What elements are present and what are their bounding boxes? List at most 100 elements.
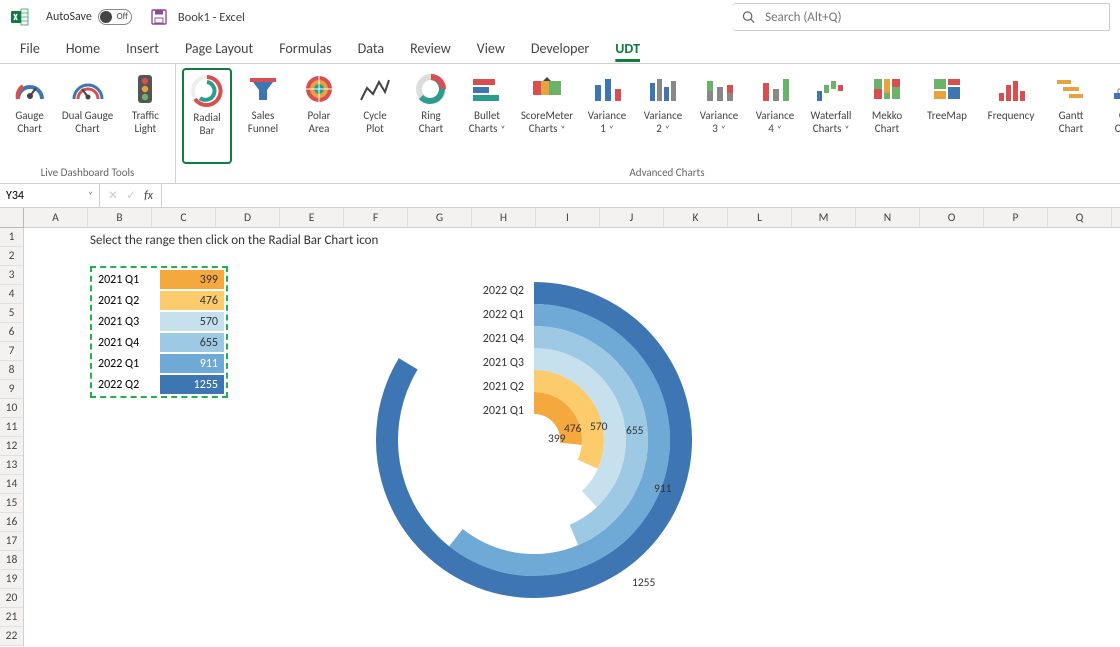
mekko-button[interactable]: MekkoChart	[862, 68, 912, 164]
tab-review[interactable]: Review	[410, 40, 451, 63]
waterfall-button[interactable]: WaterfallCharts˅	[806, 68, 856, 164]
col-header[interactable]: F	[344, 208, 408, 227]
autosave[interactable]: AutoSave Off	[46, 9, 132, 25]
table-row[interactable]: 2021 Q1399	[94, 270, 224, 289]
tab-data[interactable]: Data	[358, 40, 384, 63]
ring-button[interactable]: RingChart	[406, 68, 456, 164]
row-header[interactable]: 21	[0, 608, 23, 627]
col-header[interactable]: A	[24, 208, 88, 227]
name-box[interactable]: Y34 ˅	[0, 184, 100, 207]
col-header[interactable]: J	[600, 208, 664, 227]
col-header[interactable]: G	[408, 208, 472, 227]
tab-formulas[interactable]: Formulas	[279, 40, 331, 63]
select-all-corner[interactable]	[0, 208, 24, 228]
row-header[interactable]: 13	[0, 456, 23, 475]
data-table[interactable]: 2021 Q13992021 Q24762021 Q35702021 Q4655…	[90, 266, 228, 398]
row-header[interactable]: 16	[0, 513, 23, 532]
col-header[interactable]: L	[728, 208, 792, 227]
search-input[interactable]	[765, 10, 1099, 25]
col-header[interactable]: N	[856, 208, 920, 227]
cell-category[interactable]: 2022 Q2	[94, 375, 158, 394]
tab-home[interactable]: Home	[66, 40, 100, 63]
dualgauge-button[interactable]: Dual GaugeChart	[59, 68, 116, 164]
row-header[interactable]: 17	[0, 532, 23, 551]
bullet-button[interactable]: BulletCharts˅	[462, 68, 512, 164]
tab-developer[interactable]: Developer	[531, 40, 589, 63]
cell-value[interactable]: 570	[160, 312, 224, 331]
search-box[interactable]	[732, 3, 1110, 31]
table-row[interactable]: 2021 Q4655	[94, 333, 224, 352]
org-button[interactable]: OrgChart	[1102, 68, 1120, 164]
row-header[interactable]: 10	[0, 399, 23, 418]
col-header[interactable]: D	[216, 208, 280, 227]
col-header[interactable]: C	[152, 208, 216, 227]
worksheet[interactable]: 12345678910111213141516171819202122 ABCD…	[0, 208, 1120, 647]
var2-button[interactable]: Variance2˅	[638, 68, 688, 164]
save-icon[interactable]	[150, 8, 168, 26]
table-row[interactable]: 2021 Q3570	[94, 312, 224, 331]
table-row[interactable]: 2022 Q21255	[94, 375, 224, 394]
col-header[interactable]: O	[920, 208, 984, 227]
polar-button[interactable]: PolarArea	[294, 68, 344, 164]
col-header[interactable]: H	[472, 208, 536, 227]
table-row[interactable]: 2022 Q1911	[94, 354, 224, 373]
tab-file[interactable]: File	[20, 40, 40, 63]
cycle-button[interactable]: CyclePlot	[350, 68, 400, 164]
col-header[interactable]: K	[664, 208, 728, 227]
row-header[interactable]: 7	[0, 342, 23, 361]
row-header[interactable]: 12	[0, 437, 23, 456]
cell-value[interactable]: 655	[160, 333, 224, 352]
row-header[interactable]: 4	[0, 285, 23, 304]
row-header[interactable]: 11	[0, 418, 23, 437]
col-header[interactable]: B	[88, 208, 152, 227]
var4-button[interactable]: Variance4˅	[750, 68, 800, 164]
formula-input[interactable]	[162, 184, 1120, 207]
col-header[interactable]: E	[280, 208, 344, 227]
cell-category[interactable]: 2021 Q4	[94, 333, 158, 352]
var1-button[interactable]: Variance1˅	[582, 68, 632, 164]
row-header[interactable]: 8	[0, 361, 23, 380]
row-header[interactable]: 3	[0, 266, 23, 285]
col-header[interactable]: I	[536, 208, 600, 227]
row-header[interactable]: 22	[0, 627, 23, 646]
cell-value[interactable]: 911	[160, 354, 224, 373]
gantt-button[interactable]: GanttChart	[1046, 68, 1096, 164]
fx-icon[interactable]: fx	[144, 189, 153, 203]
row-header[interactable]: 9	[0, 380, 23, 399]
row-header[interactable]: 20	[0, 589, 23, 608]
cell-category[interactable]: 2021 Q1	[94, 270, 158, 289]
tab-view[interactable]: View	[477, 40, 505, 63]
cell-category[interactable]: 2022 Q1	[94, 354, 158, 373]
var3-button[interactable]: Variance3˅	[694, 68, 744, 164]
enter-icon[interactable]: ✓	[126, 188, 136, 203]
treemap-button[interactable]: TreeMap	[918, 68, 976, 164]
funnel-button[interactable]: SalesFunnel	[238, 68, 288, 164]
traffic-button[interactable]: TrafficLight	[122, 68, 169, 164]
row-header[interactable]: 15	[0, 494, 23, 513]
cancel-icon[interactable]: ✕	[108, 188, 118, 203]
row-header[interactable]: 6	[0, 323, 23, 342]
row-header[interactable]: 14	[0, 475, 23, 494]
freq-button[interactable]: Frequency	[982, 68, 1040, 164]
table-row[interactable]: 2021 Q2476	[94, 291, 224, 310]
score-button[interactable]: ScoreMeterCharts˅	[518, 68, 576, 164]
tab-udt[interactable]: UDT	[615, 40, 640, 63]
cell-category[interactable]: 2021 Q2	[94, 291, 158, 310]
cell-category[interactable]: 2021 Q3	[94, 312, 158, 331]
cell-value[interactable]: 476	[160, 291, 224, 310]
cell-value[interactable]: 399	[160, 270, 224, 289]
col-header[interactable]: P	[984, 208, 1048, 227]
row-header[interactable]: 5	[0, 304, 23, 323]
cell-value[interactable]: 1255	[160, 375, 224, 394]
row-header[interactable]: 2	[0, 247, 23, 266]
radial-button[interactable]: RadialBar	[182, 68, 232, 164]
row-header[interactable]: 19	[0, 570, 23, 589]
tab-page-layout[interactable]: Page Layout	[185, 40, 253, 63]
row-header[interactable]: 1	[0, 228, 23, 247]
col-header[interactable]: M	[792, 208, 856, 227]
tab-insert[interactable]: Insert	[126, 40, 159, 63]
gauge-button[interactable]: GaugeChart	[6, 68, 53, 164]
row-header[interactable]: 18	[0, 551, 23, 570]
autosave-toggle[interactable]: Off	[98, 9, 132, 25]
col-header[interactable]: Q	[1048, 208, 1112, 227]
